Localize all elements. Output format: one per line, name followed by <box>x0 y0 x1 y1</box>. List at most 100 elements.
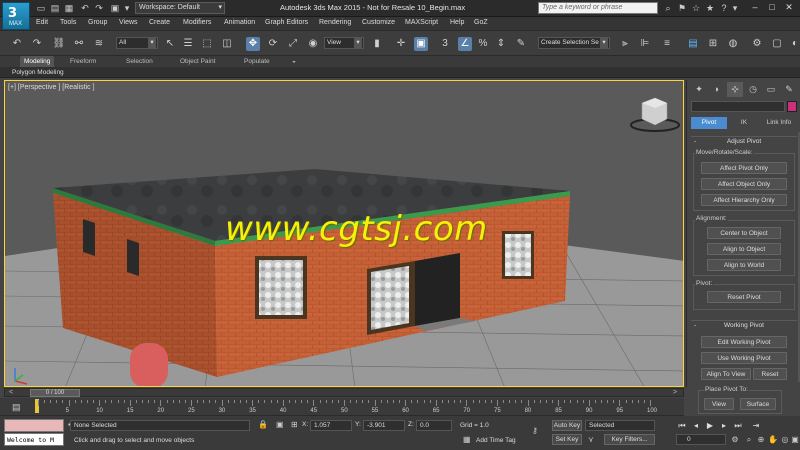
menu-create[interactable]: Create <box>149 19 170 26</box>
redo-icon[interactable]: ↷ <box>30 37 44 51</box>
select-and-scale-icon[interactable]: ⤢ <box>286 37 300 51</box>
edit-working-pivot-button[interactable]: Edit Working Pivot <box>701 336 787 348</box>
select-and-move-icon[interactable]: ✥ <box>246 37 260 51</box>
edit-named-selection-icon[interactable]: ✎ <box>514 37 528 51</box>
snaps-toggle-icon[interactable]: 3 <box>438 37 452 51</box>
menu-views[interactable]: Views <box>119 19 138 26</box>
motion-panel-icon[interactable]: ◷ <box>745 82 761 97</box>
play-icon[interactable]: ▶ <box>704 420 716 431</box>
undo-icon[interactable]: ↶ <box>10 37 24 51</box>
select-by-name-icon[interactable]: ☰ <box>181 37 195 51</box>
polygon-modeling-label[interactable]: Polygon Modeling <box>12 69 64 76</box>
set-keys-icon[interactable]: ⋎ <box>588 435 594 444</box>
object-name-field[interactable] <box>691 101 785 112</box>
key-filters-button[interactable]: Key Filters... <box>604 434 655 445</box>
go-to-end-icon[interactable]: ⏭ <box>732 420 744 431</box>
menu-edit[interactable]: Edit <box>36 19 48 26</box>
create-panel-icon[interactable]: ✦ <box>691 82 707 97</box>
place-pivot-view-button[interactable]: View <box>704 398 734 410</box>
tab-selection[interactable]: Selection <box>122 56 157 67</box>
pan-view-icon[interactable]: ✋ <box>768 435 778 445</box>
tab-link-info[interactable]: Link Info <box>761 117 797 129</box>
layer-explorer-icon[interactable]: ≡ <box>660 37 674 51</box>
isolate-icon[interactable]: ▣ <box>276 420 284 429</box>
render-setup-icon[interactable]: ⚙ <box>750 37 764 51</box>
angle-snap-icon[interactable]: ∠ <box>458 37 472 51</box>
tab-ik[interactable]: IK <box>729 117 759 129</box>
hierarchy-panel-icon[interactable]: ⊹ <box>727 82 743 97</box>
rendered-frame-window-icon[interactable]: ▢ <box>770 37 784 51</box>
mirror-icon[interactable]: ⫸ <box>618 37 632 51</box>
zoom-all-icon[interactable]: ⊕ <box>756 435 766 445</box>
keyboard-shortcut-override-icon[interactable]: ▣ <box>414 37 428 51</box>
key-mode-dropdown[interactable]: Selected <box>585 420 655 431</box>
select-and-link-icon[interactable]: ⛓ <box>52 37 66 51</box>
render-production-icon[interactable]: ◐ <box>788 37 800 51</box>
maxscript-listener-top[interactable] <box>4 419 64 432</box>
curve-editor-icon[interactable]: ▤ <box>686 37 700 51</box>
menu-group[interactable]: Group <box>88 19 107 26</box>
open-file-icon[interactable]: ▤ <box>49 2 61 14</box>
tab-object-paint[interactable]: Object Paint <box>176 56 219 67</box>
go-to-start-icon[interactable]: ⏮ <box>676 420 688 431</box>
save-file-icon[interactable]: ▦ <box>63 2 75 14</box>
set-key-button[interactable]: Set Key <box>552 434 582 445</box>
schematic-view-icon[interactable]: ⊞ <box>706 37 720 51</box>
use-working-pivot-button[interactable]: Use Working Pivot <box>701 352 787 364</box>
quick-access-dropdown-icon[interactable]: ▾ <box>121 2 133 14</box>
modify-panel-icon[interactable]: ◗ <box>709 82 725 97</box>
maximize-viewport-icon[interactable]: ▣ <box>790 435 800 445</box>
object-color-swatch[interactable] <box>787 101 797 112</box>
maximize-icon[interactable]: □ <box>765 1 779 14</box>
tab-modeling[interactable]: Modeling <box>20 56 55 67</box>
subscription-icon[interactable]: ⚑ <box>676 2 688 14</box>
search-icon[interactable]: ⌕ <box>662 2 674 14</box>
key-mode-toggle-icon[interactable]: ⇥ <box>750 420 762 431</box>
use-pivot-center-icon[interactable]: ▮ <box>370 37 384 51</box>
new-scene-icon[interactable]: ▭ <box>35 2 47 14</box>
tab-populate[interactable]: Populate <box>240 56 274 67</box>
menu-tools[interactable]: Tools <box>60 19 76 26</box>
menu-maxscript[interactable]: MAXScript <box>405 19 438 26</box>
reset-pivot-button[interactable]: Reset Pivot <box>707 291 781 303</box>
menu-help[interactable]: Help <box>450 19 464 26</box>
reference-coordinate-dropdown[interactable]: View ▾ <box>324 37 364 49</box>
menu-graph-editors[interactable]: Graph Editors <box>265 19 308 26</box>
close-icon[interactable]: ✕ <box>782 1 796 14</box>
affect-object-only-button[interactable]: Affect Object Only <box>701 178 787 190</box>
redo-icon[interactable]: ↷ <box>93 2 105 14</box>
menu-animation[interactable]: Animation <box>224 19 255 26</box>
zoom-icon[interactable]: ⌕ <box>744 435 754 445</box>
spinner-snap-icon[interactable]: ⇕ <box>494 37 508 51</box>
minimize-icon[interactable]: – <box>748 1 762 14</box>
select-and-place-icon[interactable]: ◉ <box>306 37 320 51</box>
workspace-dropdown[interactable]: Workspace: Default ▾ <box>135 2 225 14</box>
undo-icon[interactable]: ↶ <box>79 2 91 14</box>
time-slider-thumb[interactable]: 0 / 100 <box>30 389 80 397</box>
x-coordinate-field[interactable]: 1.057 <box>310 420 352 431</box>
absolute-mode-icon[interactable]: ⊞ <box>291 420 298 429</box>
menu-rendering[interactable]: Rendering <box>319 19 351 26</box>
place-pivot-surface-button[interactable]: Surface <box>740 398 776 410</box>
align-to-view-button[interactable]: Align To View <box>701 368 751 380</box>
time-configuration-icon[interactable]: ⚙ <box>730 435 740 445</box>
display-panel-icon[interactable]: ▭ <box>763 82 779 97</box>
utilities-panel-icon[interactable]: ✎ <box>781 82 797 97</box>
working-pivot-rollout-header[interactable]: - Working Pivot <box>691 320 797 330</box>
menu-customize[interactable]: Customize <box>362 19 395 26</box>
track-bar[interactable]: ▤ 5 10 15 20 25 30 35 40 45 50 55 60 65 70 75 80 85 90 95 1… <box>0 398 684 416</box>
help-dropdown-icon[interactable]: ▾ <box>729 2 741 14</box>
next-frame-icon[interactable]: > <box>673 389 677 397</box>
mini-curve-editor-icon[interactable]: ▤ <box>12 402 21 413</box>
menu-modifiers[interactable]: Modifiers <box>183 19 211 26</box>
auto-key-button[interactable]: Auto Key <box>552 420 582 431</box>
unlink-selection-icon[interactable]: ⚯ <box>72 37 86 51</box>
tab-pivot[interactable]: Pivot <box>691 117 727 129</box>
orbit-icon[interactable]: ◎ <box>780 435 790 445</box>
select-object-icon[interactable]: ↖ <box>163 37 177 51</box>
maxscript-listener-input[interactable]: Welcome to M <box>4 433 64 446</box>
app-menu-button[interactable]: 3 MAX <box>2 2 30 30</box>
previous-frame-icon[interactable]: < <box>9 389 13 397</box>
align-icon[interactable]: ⊫ <box>638 37 652 51</box>
next-key-icon[interactable]: ▸ <box>718 420 730 431</box>
